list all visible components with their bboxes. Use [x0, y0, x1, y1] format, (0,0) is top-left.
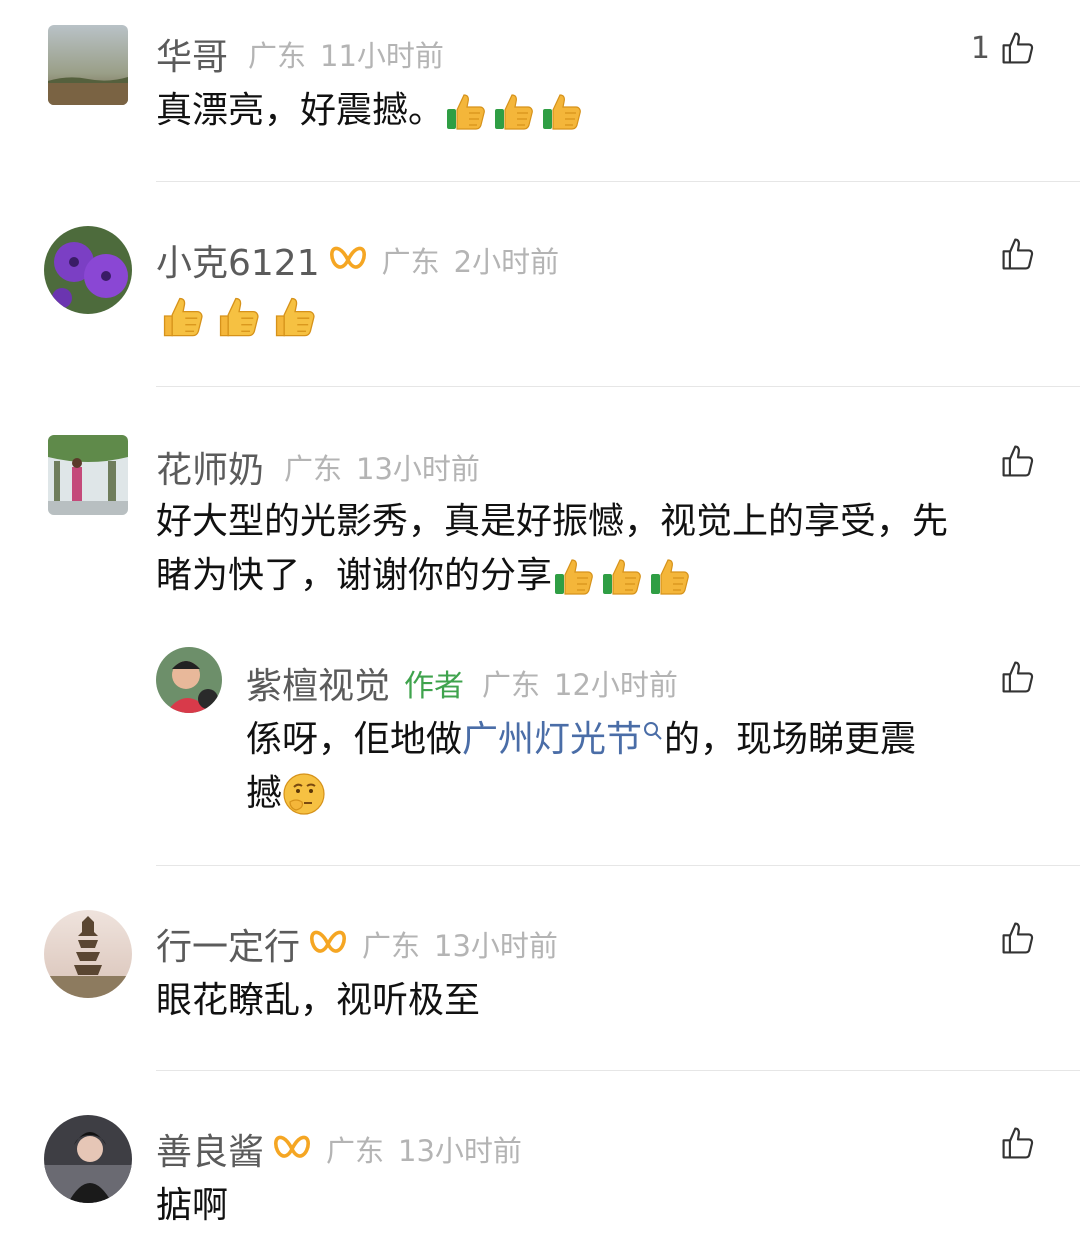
like-count: 1 — [970, 30, 990, 66]
like-button[interactable] — [1000, 659, 1036, 695]
thinking-emoji — [282, 772, 326, 816]
thumbs-up-emoji — [158, 292, 206, 340]
thumbs-up-emoji — [600, 554, 644, 598]
time-label: 12小时前 — [554, 668, 678, 702]
region-label: 广东 — [362, 929, 421, 963]
commenter-name[interactable]: 善良酱 — [156, 1123, 264, 1175]
reply-text-part: 撼 — [246, 773, 283, 814]
thumbs-up-emoji — [540, 89, 584, 133]
comment-text-content: 真漂亮，好震撼。 — [156, 90, 445, 131]
avatar[interactable] — [156, 647, 222, 713]
region-label: 广东 — [482, 668, 541, 702]
badge-icon — [272, 1131, 312, 1167]
region-label: 广东 — [248, 39, 307, 73]
avatar[interactable] — [48, 435, 128, 515]
commenter-name[interactable]: 小克6121 — [156, 234, 320, 286]
comment-text: 好大型的光影秀，真是好振憾，视觉上的享受，先 睹为快了，谢谢你的分享 — [156, 495, 1046, 603]
thumbs-up-emoji — [552, 554, 596, 598]
region-label: 广东 — [381, 245, 440, 279]
region-label: 广东 — [284, 452, 343, 486]
thumbs-up-emoji — [648, 554, 692, 598]
thumb-up-icon — [1000, 236, 1036, 272]
reply-text: 係呀，佢地做广州灯光节 的，现场睇更震 撼 — [246, 713, 1036, 821]
region-label: 广东 — [326, 1134, 385, 1168]
avatar[interactable] — [48, 25, 128, 105]
avatar[interactable] — [44, 910, 132, 998]
comment-item: 花师奶 广东 13小时前 好大型的光影秀，真是好振憾，视觉上的享受，先 睹为快了… — [0, 387, 1080, 865]
commenter-name[interactable]: 花师奶 — [156, 441, 264, 493]
author-tag: 作者 — [404, 669, 465, 704]
time-label: 13小时前 — [356, 452, 480, 486]
comment-text: 眼花瞭乱，视听极至 — [156, 980, 481, 1021]
commenter-name[interactable]: 行一定行 — [156, 918, 300, 970]
comment-item: 善良酱 广东 13小时前 掂啊 — [0, 1071, 1080, 1256]
commenter-name[interactable]: 华哥 — [156, 28, 228, 80]
comment-item: 行一定行 广东 13小时前 眼花瞭乱，视听极至 — [0, 866, 1080, 1070]
thumbs-up-emoji — [492, 89, 536, 133]
thumb-up-icon — [1000, 443, 1036, 479]
comment-text-line: 睹为快了，谢谢你的分享 — [156, 555, 553, 596]
reply-text-part: 係呀，佢地做 — [246, 719, 463, 760]
time-label: 13小时前 — [434, 929, 558, 963]
avatar[interactable] — [44, 226, 132, 314]
like-button[interactable] — [1000, 1125, 1036, 1161]
like-button[interactable] — [1000, 443, 1036, 479]
comment-text — [158, 292, 318, 340]
thumb-up-icon — [1000, 659, 1036, 695]
thumb-up-icon — [1000, 920, 1036, 956]
badge-icon — [328, 242, 368, 278]
like-button[interactable]: 1 — [971, 30, 1036, 66]
thumbs-up-emoji — [214, 292, 262, 340]
thumbs-up-emoji — [444, 89, 488, 133]
comment-item: 小克6121 广东 2小时前 — [0, 182, 1080, 386]
commenter-name[interactable]: 紫檀视觉 — [246, 657, 390, 709]
topic-link[interactable]: 广州灯光节 — [462, 719, 642, 760]
time-label: 11小时前 — [320, 39, 444, 73]
badge-icon — [308, 926, 348, 962]
comment-text: 真漂亮，好震撼。 — [156, 84, 584, 138]
comment-text: 掂啊 — [156, 1185, 229, 1226]
comment-item: 华哥 广东 11小时前 1 真漂亮，好震撼。 — [0, 0, 1080, 182]
search-icon[interactable] — [642, 719, 664, 749]
like-button[interactable] — [1000, 920, 1036, 956]
reply-text-part: 的，现场睇更震 — [664, 719, 917, 760]
time-label: 13小时前 — [398, 1134, 522, 1168]
thumb-up-icon — [1000, 30, 1036, 66]
thumbs-up-emoji — [270, 292, 318, 340]
thumb-up-icon — [1000, 1125, 1036, 1161]
avatar[interactable] — [44, 1115, 132, 1203]
like-button[interactable] — [1000, 236, 1036, 272]
comment-text-line: 好大型的光影秀，真是好振憾，视觉上的享受，先 — [156, 501, 949, 542]
time-label: 2小时前 — [453, 245, 560, 279]
